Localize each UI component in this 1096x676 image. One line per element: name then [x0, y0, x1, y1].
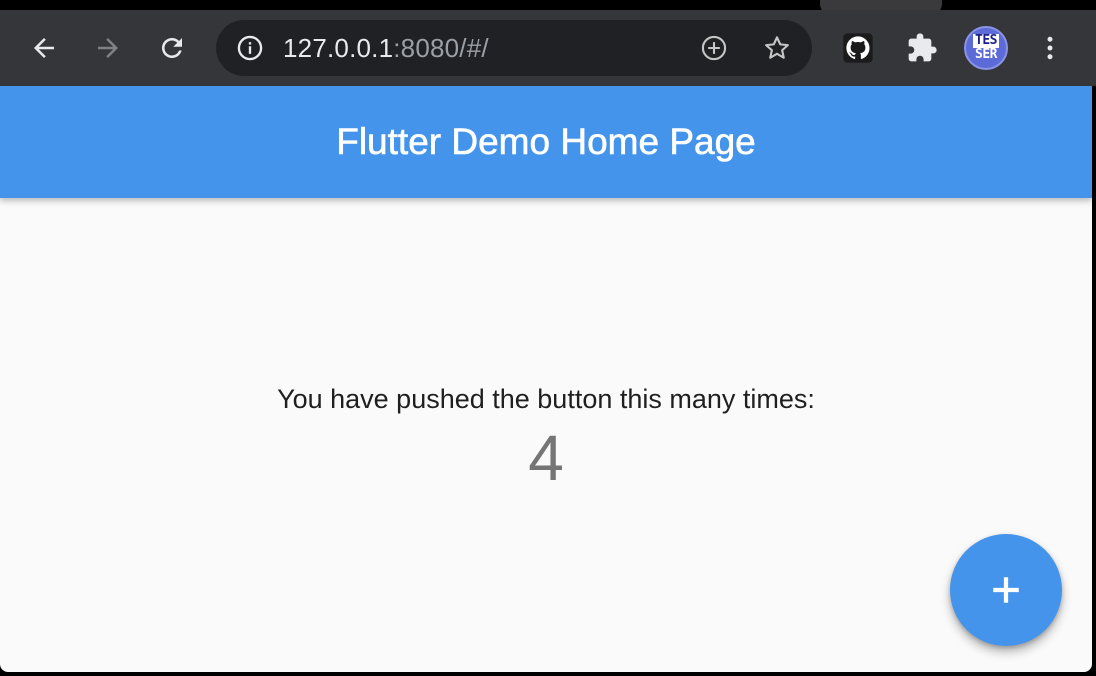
star-icon[interactable]: [762, 33, 792, 63]
plus-icon: [993, 577, 1019, 603]
url-path: :8080/#/: [393, 33, 489, 63]
back-button[interactable]: [24, 28, 64, 68]
counter-value: 4: [528, 422, 564, 494]
url-host: 127.0.0.1: [283, 33, 394, 63]
extensions-button[interactable]: [902, 28, 942, 68]
page-viewport: Flutter Demo Home Page You have pushed t…: [0, 86, 1092, 672]
increment-button[interactable]: [950, 534, 1062, 646]
profile-avatar[interactable]: TES SER: [964, 26, 1008, 70]
github-extension-button[interactable]: [838, 28, 878, 68]
browser-window: 127.0.0.1:8080/#/ TES SER Flutter Demo H…: [0, 0, 1096, 676]
reload-icon: [162, 38, 182, 58]
reload-button[interactable]: [152, 28, 192, 68]
add-circle-icon[interactable]: [700, 34, 728, 62]
browser-toolbar: 127.0.0.1:8080/#/ TES SER: [0, 10, 1096, 86]
avatar-text-line1: TES: [973, 33, 999, 48]
window-edge: [1092, 86, 1096, 676]
info-icon[interactable]: [236, 34, 264, 62]
app-bar: Flutter Demo Home Page: [0, 86, 1092, 198]
github-icon: [843, 33, 873, 63]
forward-arrow-icon: [98, 38, 118, 58]
counter-label: You have pushed the button this many tim…: [277, 384, 815, 414]
back-arrow-icon: [34, 38, 54, 58]
address-bar[interactable]: 127.0.0.1:8080/#/: [216, 20, 812, 76]
kebab-menu-icon: [1047, 36, 1053, 60]
forward-button[interactable]: [88, 28, 128, 68]
puzzle-icon: [908, 33, 937, 62]
app-bar-title: Flutter Demo Home Page: [336, 121, 756, 163]
avatar-text-line2: SER: [975, 47, 997, 62]
url-text[interactable]: 127.0.0.1:8080/#/: [283, 34, 489, 62]
browser-menu-button[interactable]: [1030, 28, 1070, 68]
